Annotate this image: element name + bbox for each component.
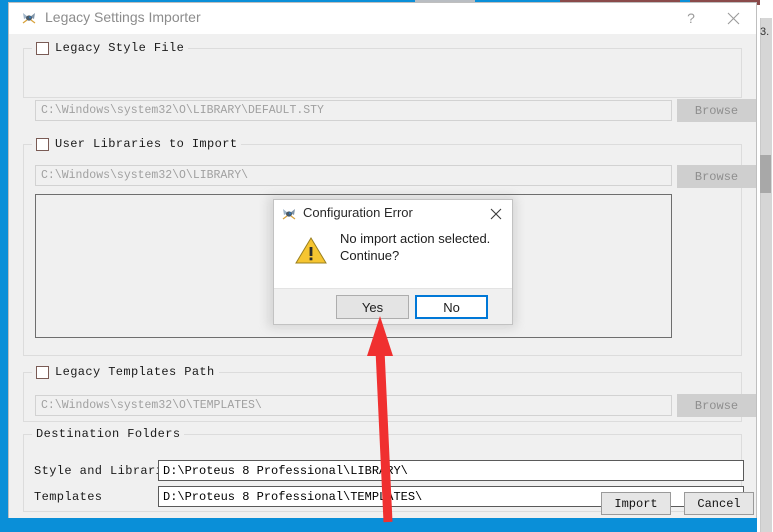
legacy-style-file-checkbox[interactable] (36, 41, 49, 55)
import-button[interactable]: Import (601, 492, 671, 515)
legacy-templates-path-label: Legacy Templates Path (55, 365, 215, 379)
style-and-libraries-label: Style and Libraries (34, 464, 179, 478)
background-scrollbar-track[interactable] (760, 18, 772, 532)
background-scrollbar-thumb[interactable] (760, 155, 771, 193)
screen: 3. Legacy Settings Importer ? Legacy Sty… (0, 0, 773, 532)
user-libraries-checkbox[interactable] (36, 137, 49, 151)
templates-label: Templates (34, 490, 103, 504)
destination-folders-legend: Destination Folders (32, 427, 185, 441)
legacy-style-file-browse-button[interactable]: Browse (677, 99, 756, 122)
dialog-body: No import action selected. Continue? (274, 228, 512, 288)
legacy-templates-path-legend: Legacy Templates Path (32, 365, 219, 379)
annotation-arrow-icon (355, 310, 415, 525)
user-libraries-legend: User Libraries to Import (32, 137, 242, 151)
style-and-libraries-input[interactable]: D:\Proteus 8 Professional\LIBRARY\ (158, 460, 744, 481)
dialog-no-button[interactable]: No (415, 295, 488, 319)
help-button[interactable]: ? (672, 3, 710, 33)
user-libraries-label: User Libraries to Import (55, 137, 238, 151)
legacy-templates-path-checkbox[interactable] (36, 365, 49, 379)
proteus-logo-icon (21, 10, 37, 26)
dialog-message: No import action selected. Continue? (340, 231, 491, 263)
legacy-templates-path-browse-button[interactable]: Browse (677, 394, 756, 417)
group-legacy-style-file: Legacy Style File (23, 41, 742, 98)
proteus-logo-icon (281, 206, 297, 222)
destination-folders-label: Destination Folders (36, 427, 181, 441)
user-libraries-browse-button[interactable]: Browse (677, 165, 756, 188)
legacy-style-file-label: Legacy Style File (55, 41, 185, 55)
window-title: Legacy Settings Importer (45, 9, 201, 25)
configuration-error-dialog: Configuration Error No import action sel… (273, 199, 513, 325)
dialog-close-icon[interactable] (484, 202, 508, 226)
window-titlebar[interactable]: Legacy Settings Importer ? (9, 3, 756, 34)
legacy-templates-path-input[interactable]: C:\Windows\system32\O\TEMPLATES\ (35, 395, 672, 416)
user-libraries-path-input[interactable]: C:\Windows\system32\O\LIBRARY\ (35, 165, 672, 186)
dialog-titlebar[interactable]: Configuration Error (274, 200, 512, 228)
warning-triangle-icon (295, 236, 327, 265)
legacy-style-file-legend: Legacy Style File (32, 41, 189, 55)
dialog-title: Configuration Error (303, 205, 413, 220)
close-icon[interactable] (714, 3, 752, 33)
legacy-style-file-path-input[interactable]: C:\Windows\system32\O\LIBRARY\DEFAULT.ST… (35, 100, 672, 121)
background-text-fragment: 3. (760, 26, 770, 38)
cancel-button[interactable]: Cancel (684, 492, 754, 515)
